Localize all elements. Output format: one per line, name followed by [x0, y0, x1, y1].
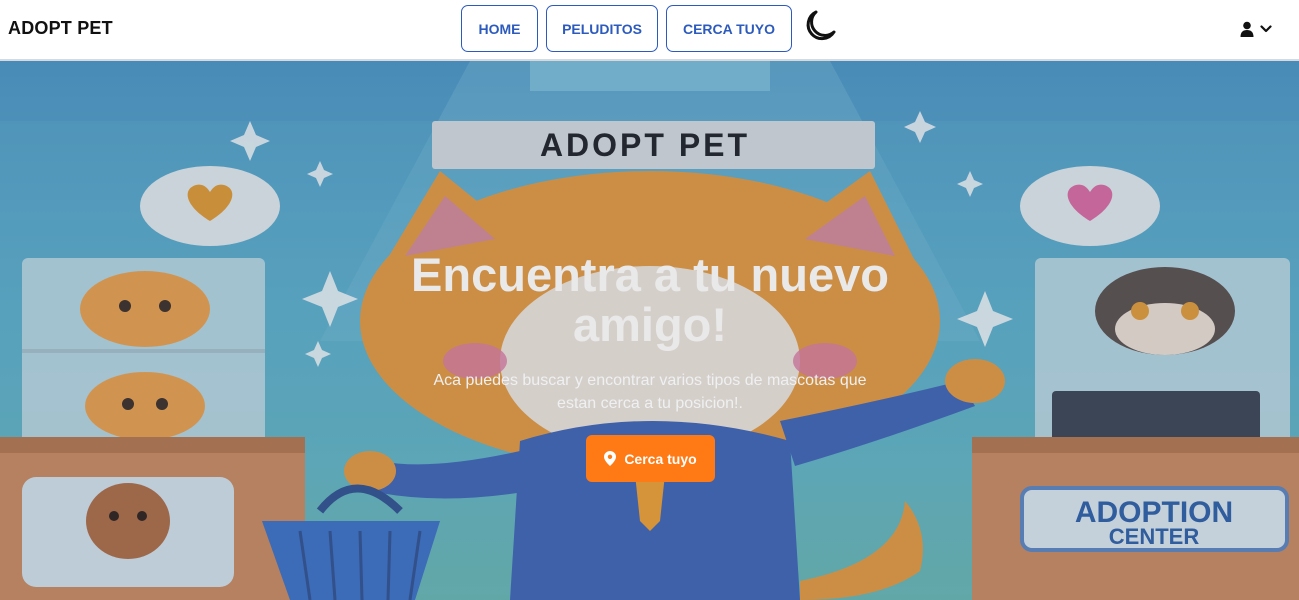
user-menu[interactable] [1240, 18, 1282, 40]
nav-peluditos-button[interactable]: PELUDITOS [546, 5, 658, 52]
top-navbar: ADOPT PET HOME PELUDITOS CERCA TUYO [0, 0, 1299, 61]
cerca-tuyo-cta-button[interactable]: Cerca tuyo [586, 435, 715, 482]
cta-label: Cerca tuyo [624, 450, 697, 467]
hero-title: Encuentra a tu nuevo amigo! [411, 248, 889, 351]
nav-home-button[interactable]: HOME [461, 5, 538, 52]
nav-cerca-tuyo-button[interactable]: CERCA TUYO [666, 5, 792, 52]
map-pin-icon [604, 451, 617, 466]
brand-logo[interactable]: ADOPT PET [8, 18, 113, 39]
hero-section: ADOPT PET ADOPTION CENTER Encuentra a tu… [0, 61, 1299, 600]
chevron-down-icon [1260, 25, 1272, 33]
user-icon [1240, 21, 1254, 37]
moon-icon[interactable] [802, 8, 838, 44]
hero-subtitle: Aca puedes buscar y encontrar varios tip… [433, 372, 867, 412]
